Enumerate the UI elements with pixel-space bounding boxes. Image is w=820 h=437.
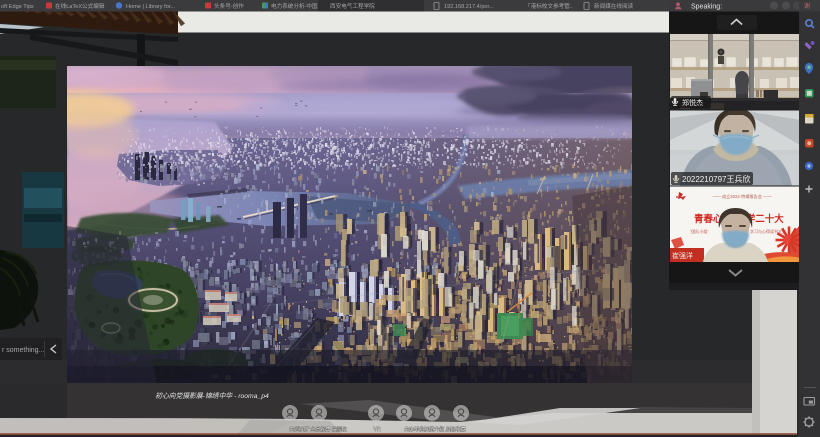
svg-text:oft Edge Tips: oft Edge Tips [1, 4, 34, 10]
svg-text:主办单位展览介绍 展品收藏: 主办单位展览介绍 展品收藏 [404, 426, 465, 433]
svg-text:「港标校文参考管..: 「港标校文参考管.. [525, 2, 573, 10]
svg-text:192.168.217.4/por...: 192.168.217.4/por... [444, 4, 494, 10]
svg-text:西安电气工程学院: 西安电气工程学院 [330, 2, 375, 10]
svg-text:电力系统分析-中国..: 电力系统分析-中国.. [271, 2, 321, 10]
svg-text:VR: VR [374, 427, 381, 433]
svg-text:新闻媒在线阅读: 新闻媒在线阅读 [594, 2, 634, 10]
svg-text:初心向党摄影展-锦绣中华 - rooma_p4: 初心向党摄影展-锦绣中华 - rooma_p4 [155, 392, 269, 400]
svg-text:Home | Library for...: Home | Library for... [126, 4, 175, 10]
svg-text:在线LaTeX公式编辑: 在线LaTeX公式编辑 [55, 2, 105, 10]
svg-text:头条号-创作: 头条号-创作 [214, 2, 244, 10]
svg-text:主题展厅 全景视角 投票仪: 主题展厅 全景视角 投票仪 [289, 426, 347, 433]
